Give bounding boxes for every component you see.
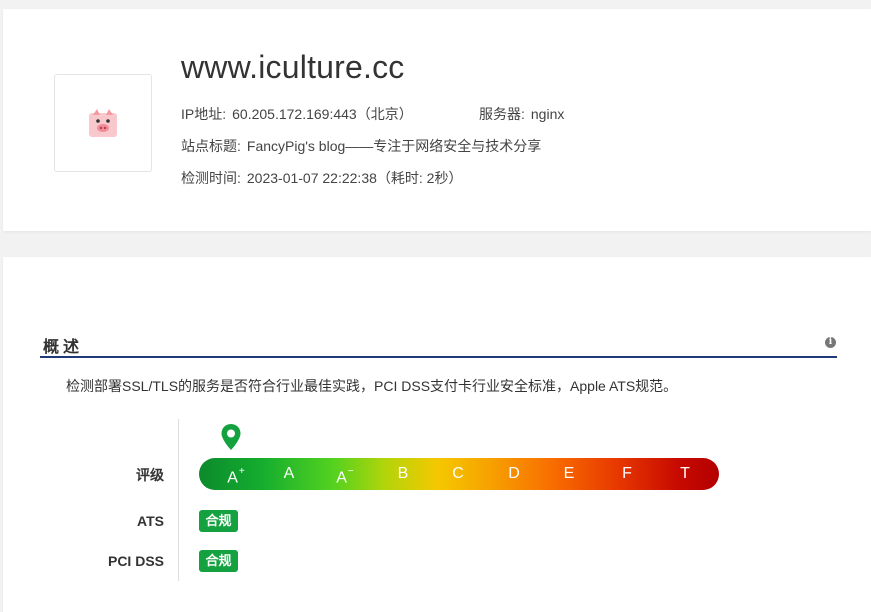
site-title-value: FancyPig's blog——专注于网络安全与技术分享 xyxy=(246,138,542,154)
info-icon[interactable]: i xyxy=(825,337,836,348)
section-title: 概述 xyxy=(43,339,84,356)
server-label: 服务器: xyxy=(479,106,525,122)
overview-card: 概述 i 检测部署SSL/TLS的服务是否符合行业最佳实践，PCI DSS支付卡… xyxy=(3,257,871,612)
grade-item: E xyxy=(563,465,575,482)
grade-item: B xyxy=(397,465,409,482)
location-pin-icon xyxy=(221,424,241,450)
grade-item: A− xyxy=(336,466,354,487)
section-divider xyxy=(40,356,837,358)
pci-dss-status-badge: 合规 xyxy=(199,550,238,572)
ip-value: 60.205.172.169:443（北京） xyxy=(232,106,413,122)
grade-item: A+ xyxy=(227,466,245,487)
grade-item: C xyxy=(452,465,464,482)
site-logo xyxy=(54,74,152,172)
pig-icon xyxy=(89,109,117,137)
site-title-label: 站点标题: xyxy=(181,138,241,154)
ip-label: IP地址: xyxy=(181,106,227,122)
ats-label: ATS xyxy=(137,513,164,529)
grade-item: D xyxy=(508,465,520,482)
grade-item: A xyxy=(283,465,295,482)
grade-item: T xyxy=(680,465,690,482)
pci-dss-label: PCI DSS xyxy=(107,553,164,569)
site-title-row: 站点标题: FancyPig's blog——专注于网络安全与技术分享 xyxy=(181,136,541,156)
ats-status-badge: 合规 xyxy=(199,510,238,532)
server-row: 服务器: nginx xyxy=(479,104,564,124)
check-time-label: 检测时间: xyxy=(181,170,241,186)
grade-item: F xyxy=(622,465,632,482)
check-time-value: 2023-01-07 22:22:38（耗时: 2秒） xyxy=(246,170,463,186)
site-info-card: www.iculture.cc IP地址: 60.205.172.169:443（… xyxy=(3,9,871,231)
site-domain: www.iculture.cc xyxy=(181,49,405,85)
check-time-row: 检测时间: 2023-01-07 22:22:38（耗时: 2秒） xyxy=(181,168,462,188)
grade-label: 评级 xyxy=(136,467,164,483)
overview-description: 检测部署SSL/TLS的服务是否符合行业最佳实践，PCI DSS支付卡行业安全标… xyxy=(66,378,678,394)
label-divider xyxy=(178,419,179,581)
ip-row: IP地址: 60.205.172.169:443（北京） xyxy=(181,104,413,124)
grade-scale-bar: A+ A A− B C D E F T xyxy=(199,458,719,490)
server-value: nginx xyxy=(530,106,565,122)
